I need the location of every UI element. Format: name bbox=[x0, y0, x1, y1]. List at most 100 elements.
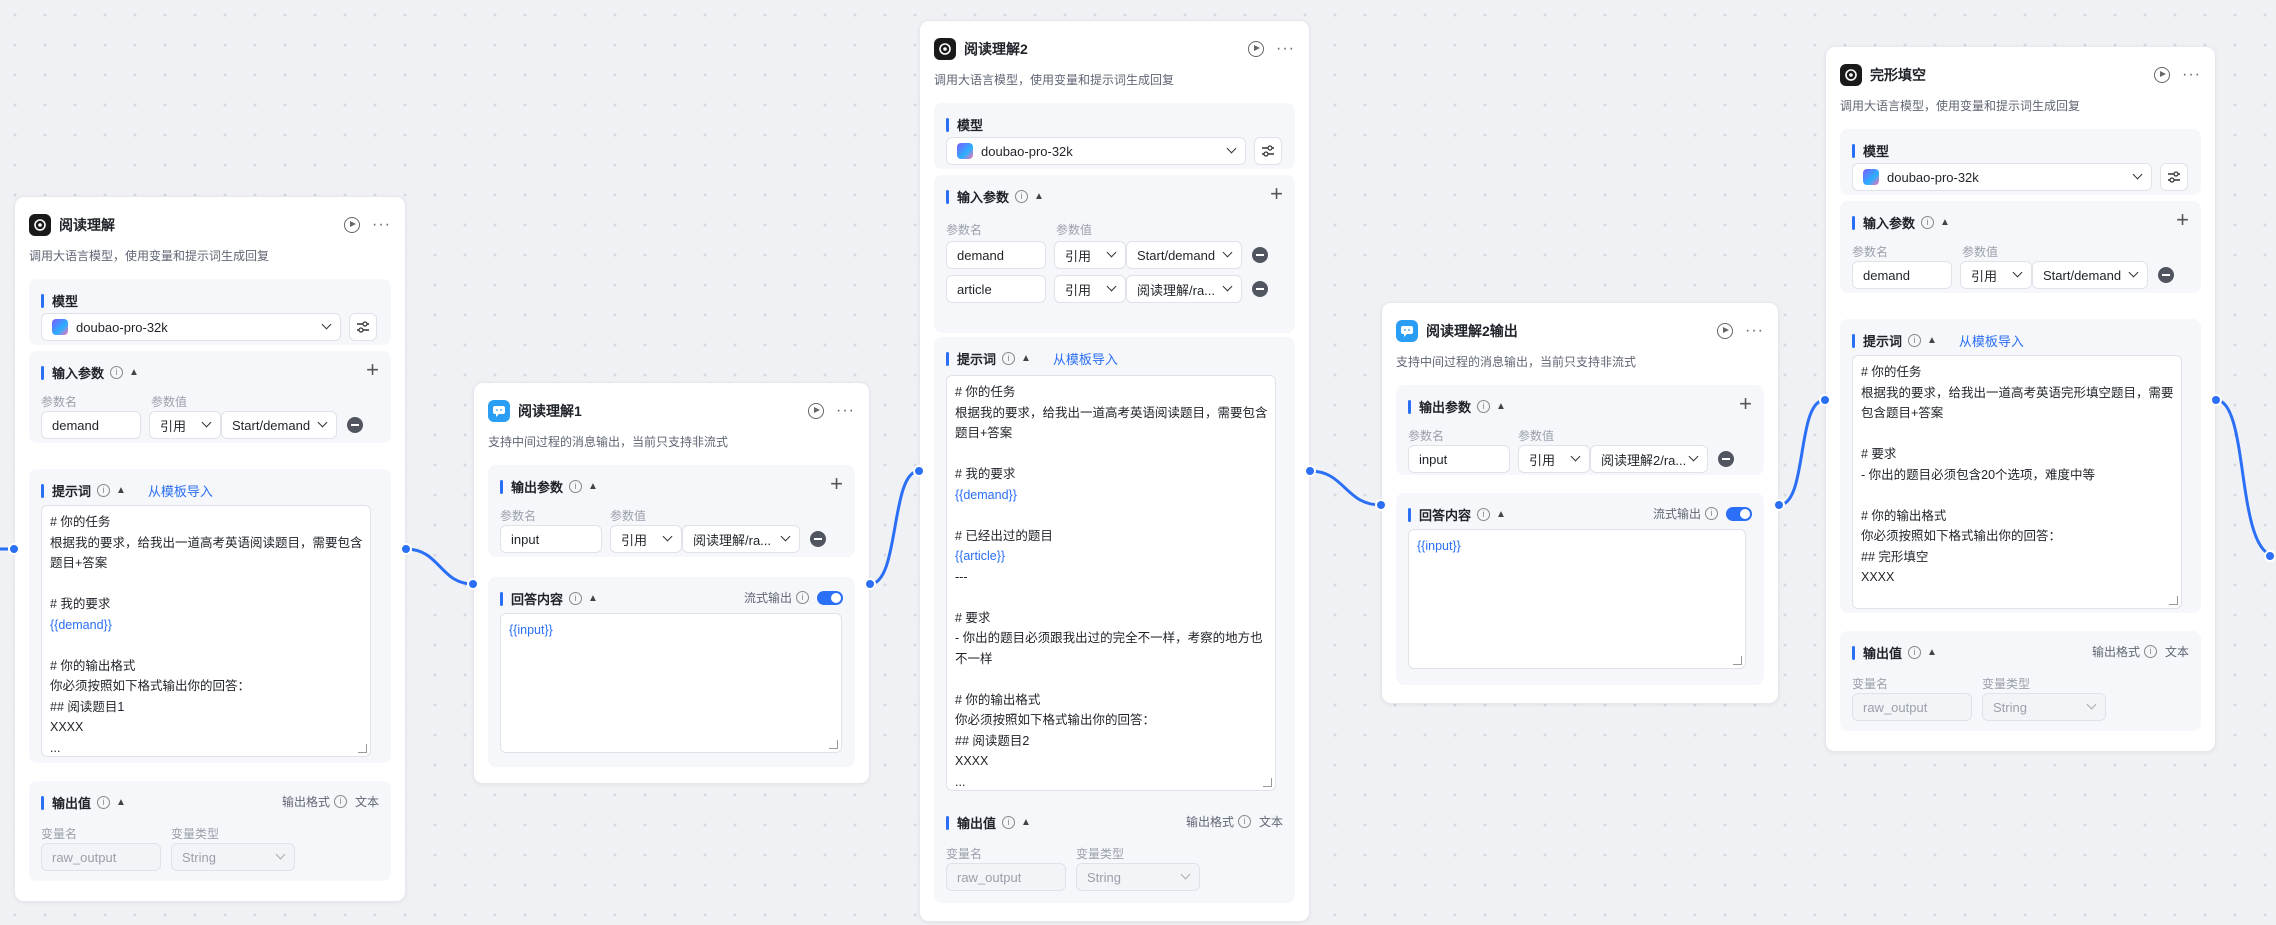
remove-param-button[interactable] bbox=[1252, 281, 1268, 297]
remove-param-button[interactable] bbox=[1252, 247, 1268, 263]
answer-editor[interactable]: {{input}} bbox=[500, 613, 842, 753]
ref-type-select[interactable]: 引用 bbox=[610, 525, 682, 553]
llm-node-reading[interactable]: 阅读理解 ··· 调用大语言模型，使用变量和提示词生成回复 模型 doubao-… bbox=[14, 196, 406, 902]
resize-handle[interactable] bbox=[1263, 778, 1272, 787]
param-name-input[interactable]: article bbox=[946, 275, 1046, 303]
answer-editor[interactable]: {{input}} bbox=[1408, 529, 1746, 669]
play-icon[interactable] bbox=[344, 217, 361, 233]
input-port[interactable] bbox=[8, 543, 20, 555]
input-port[interactable] bbox=[913, 465, 925, 477]
ref-value-select[interactable]: Start/demand bbox=[221, 411, 337, 439]
caret-up-icon[interactable]: ▲ bbox=[1021, 353, 1031, 364]
ref-value-select[interactable]: 阅读理解/ra... bbox=[682, 525, 800, 553]
output-section: 输出值 i ▲ 输出格式 i 文本 变量名 变量类型 raw_output String bbox=[934, 801, 1295, 903]
ref-type-select[interactable]: 引用 bbox=[1054, 241, 1126, 269]
output-port[interactable] bbox=[1773, 499, 1785, 511]
import-template-link[interactable]: 从模板导入 bbox=[148, 481, 213, 500]
add-param-button[interactable]: + bbox=[366, 359, 379, 381]
stream-output-toggle[interactable] bbox=[817, 590, 843, 605]
add-param-button[interactable]: + bbox=[1270, 183, 1283, 205]
param-name-input[interactable]: demand bbox=[41, 411, 141, 439]
caret-up-icon[interactable]: ▲ bbox=[588, 593, 598, 604]
param-name-input[interactable]: demand bbox=[1852, 261, 1952, 289]
output-format-select[interactable]: 文本 bbox=[1259, 813, 1283, 830]
output-port[interactable] bbox=[2210, 394, 2222, 406]
caret-up-icon[interactable]: ▲ bbox=[1034, 191, 1044, 202]
ref-value-select[interactable]: 阅读理解/ra... bbox=[1126, 275, 1242, 303]
more-icon[interactable]: ··· bbox=[372, 217, 391, 233]
prompt-editor[interactable]: # 你的任务 根据我的要求，给我出一道高考英语完形填空题目，需要 包含题目+答案… bbox=[1852, 355, 2182, 609]
remove-param-button[interactable] bbox=[1718, 451, 1734, 467]
prompt-line: ... bbox=[50, 740, 61, 755]
prompt-line: 你必须按照如下格式输出你的回答： bbox=[955, 713, 1156, 727]
more-icon[interactable]: ··· bbox=[2182, 67, 2201, 83]
import-template-link[interactable]: 从模板导入 bbox=[1959, 331, 2024, 350]
model-settings-button[interactable] bbox=[2160, 163, 2188, 191]
remove-param-button[interactable] bbox=[347, 417, 363, 433]
add-param-button[interactable]: + bbox=[1739, 393, 1752, 415]
output-port[interactable] bbox=[864, 578, 876, 590]
play-icon[interactable] bbox=[2154, 67, 2171, 83]
import-template-link[interactable]: 从模板导入 bbox=[1053, 349, 1118, 368]
caret-up-icon[interactable]: ▲ bbox=[588, 481, 598, 492]
output-port[interactable] bbox=[400, 543, 412, 555]
remove-param-button[interactable] bbox=[2158, 267, 2174, 283]
output-format-select[interactable]: 文本 bbox=[2165, 643, 2189, 660]
model-select[interactable]: doubao-pro-32k bbox=[946, 137, 1246, 165]
play-icon[interactable] bbox=[808, 403, 825, 419]
llm-node-reading2[interactable]: 阅读理解2 ··· 调用大语言模型，使用变量和提示词生成回复 模型 doubao… bbox=[919, 20, 1310, 922]
play-icon[interactable] bbox=[1717, 323, 1734, 339]
prompt-line: - 你出的题目必须跟我出过的完全不一样，考察的地方也 bbox=[955, 631, 1263, 645]
model-select[interactable]: doubao-pro-32k bbox=[41, 313, 341, 341]
ref-type-select[interactable]: 引用 bbox=[1518, 445, 1590, 473]
more-icon[interactable]: ··· bbox=[1745, 323, 1764, 339]
input-port[interactable] bbox=[2264, 550, 2276, 562]
more-icon[interactable]: ··· bbox=[1276, 41, 1295, 57]
caret-up-icon[interactable]: ▲ bbox=[1927, 335, 1937, 346]
param-name-input[interactable]: demand bbox=[946, 241, 1046, 269]
prompt-editor[interactable]: # 你的任务 根据我的要求，给我出一道高考英语阅读题目，需要包含 题目+答案 #… bbox=[41, 505, 371, 757]
add-param-button[interactable]: + bbox=[830, 473, 843, 495]
llm-node-cloze[interactable]: 完形填空 ··· 调用大语言模型，使用变量和提示词生成回复 模型 doubao-… bbox=[1825, 46, 2216, 752]
prompt-line bbox=[955, 444, 1267, 465]
input-port[interactable] bbox=[467, 578, 479, 590]
resize-handle[interactable] bbox=[829, 740, 838, 749]
caret-up-icon[interactable]: ▲ bbox=[1496, 401, 1506, 412]
caret-up-icon[interactable]: ▲ bbox=[1927, 647, 1937, 658]
resize-handle[interactable] bbox=[1733, 656, 1742, 665]
ref-type-select[interactable]: 引用 bbox=[149, 411, 221, 439]
caret-up-icon[interactable]: ▲ bbox=[1940, 217, 1950, 228]
caret-up-icon[interactable]: ▲ bbox=[116, 485, 126, 496]
caret-up-icon[interactable]: ▲ bbox=[1496, 509, 1506, 520]
ref-type-select[interactable]: 引用 bbox=[1960, 261, 2032, 289]
message-node-reading2-output[interactable]: 阅读理解2输出 ··· 支持中间过程的消息输出，当前只支持非流式 输出参数 i ▲ … bbox=[1381, 302, 1779, 704]
play-icon[interactable] bbox=[1248, 41, 1265, 57]
param-name-input[interactable]: input bbox=[500, 525, 602, 553]
chevron-down-icon bbox=[201, 417, 212, 428]
stream-output-toggle[interactable] bbox=[1726, 506, 1752, 521]
model-settings-button[interactable] bbox=[349, 313, 377, 341]
input-port[interactable] bbox=[1375, 499, 1387, 511]
ref-type-select[interactable]: 引用 bbox=[1054, 275, 1126, 303]
sliders-icon bbox=[1262, 145, 1274, 157]
output-port[interactable] bbox=[1304, 465, 1316, 477]
output-format-select[interactable]: 文本 bbox=[355, 793, 379, 810]
prompt-editor[interactable]: # 你的任务 根据我的要求，给我出一道高考英语阅读题目，需要包含 题目+答案 #… bbox=[946, 375, 1276, 791]
param-name-input[interactable]: input bbox=[1408, 445, 1510, 473]
caret-up-icon[interactable]: ▲ bbox=[129, 367, 139, 378]
ref-value-select[interactable]: Start/demand bbox=[2032, 261, 2148, 289]
remove-param-button[interactable] bbox=[810, 531, 826, 547]
add-param-button[interactable]: + bbox=[2176, 209, 2189, 231]
message-node-reading1[interactable]: 阅读理解1 ··· 支持中间过程的消息输出，当前只支持非流式 输出参数 i ▲ + … bbox=[473, 382, 870, 784]
resize-handle[interactable] bbox=[2169, 596, 2178, 605]
ref-value-select[interactable]: Start/demand bbox=[1126, 241, 1242, 269]
ref-value-select[interactable]: 阅读理解2/ra... bbox=[1590, 445, 1708, 473]
param-name-value: demand bbox=[52, 417, 99, 433]
caret-up-icon[interactable]: ▲ bbox=[116, 797, 126, 808]
caret-up-icon[interactable]: ▲ bbox=[1021, 817, 1031, 828]
input-port[interactable] bbox=[1819, 394, 1831, 406]
more-icon[interactable]: ··· bbox=[836, 403, 855, 419]
resize-handle[interactable] bbox=[358, 744, 367, 753]
model-settings-button[interactable] bbox=[1254, 137, 1282, 165]
model-select[interactable]: doubao-pro-32k bbox=[1852, 163, 2152, 191]
